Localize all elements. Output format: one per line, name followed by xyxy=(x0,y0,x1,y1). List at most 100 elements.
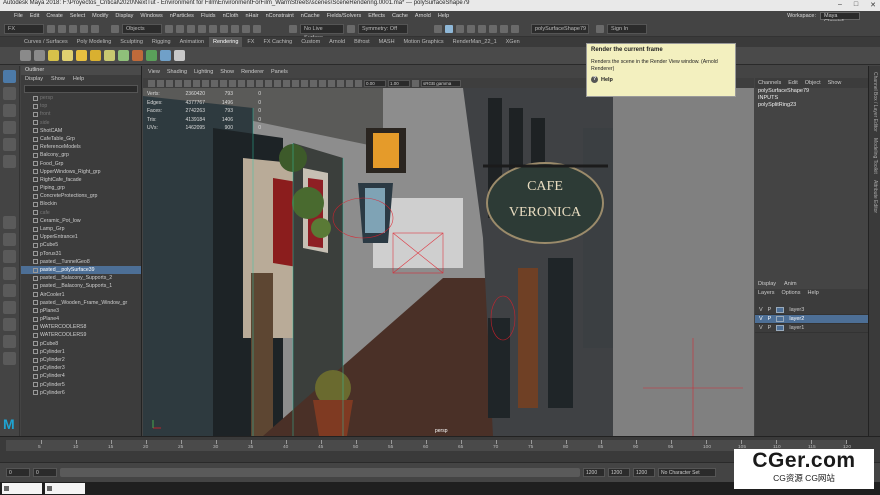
layer-playback-toggle[interactable]: P xyxy=(768,325,772,331)
menu-item-ncloth[interactable]: nCloth xyxy=(223,13,239,19)
live-surface-field[interactable]: No Live Surface xyxy=(300,23,344,41)
outliner-item[interactable]: WATERCOOLERS8 xyxy=(21,323,141,331)
single-view-icon[interactable] xyxy=(3,216,16,229)
textured-icon[interactable] xyxy=(274,79,281,87)
channelbox-tab-show[interactable]: Show xyxy=(828,78,842,88)
menu-item-ncache[interactable]: nCache xyxy=(301,13,320,19)
wireframe-icon[interactable] xyxy=(247,79,254,87)
outliner-item[interactable]: ReferenceModels xyxy=(21,143,141,151)
close-icon[interactable]: ✕ xyxy=(870,1,876,9)
open-scene-icon[interactable] xyxy=(58,24,66,33)
side-tab-0[interactable]: Channel Box / Layer Editor xyxy=(872,72,878,132)
layer-color-swatch[interactable] xyxy=(776,307,785,313)
menu-item-modify[interactable]: Modify xyxy=(92,13,108,19)
snap-grid-icon[interactable] xyxy=(165,24,173,33)
minimize-icon[interactable]: – xyxy=(838,1,842,9)
exposure-field[interactable]: 0.00 xyxy=(364,79,386,87)
custom-layout-3-icon[interactable] xyxy=(3,352,16,365)
volume-light-icon[interactable] xyxy=(118,50,129,61)
directional-light-icon[interactable] xyxy=(62,50,73,61)
layer-playback-toggle[interactable]: P xyxy=(768,316,772,322)
redo-icon[interactable] xyxy=(91,24,99,33)
workspace-select[interactable]: Maya Classic* xyxy=(820,12,860,25)
channelbox-tab-edit[interactable]: Edit xyxy=(788,78,797,88)
construction-history-icon[interactable] xyxy=(253,24,261,33)
outliner-item[interactable]: UpperEntrance1 xyxy=(21,233,141,241)
ipr-render-icon[interactable] xyxy=(456,24,464,33)
output-icon[interactable] xyxy=(242,24,250,33)
shelf-tab-xgen[interactable]: XGen xyxy=(502,37,524,47)
outliner-item[interactable]: WATERCOOLERS9 xyxy=(21,331,141,339)
menu-item-file[interactable]: File xyxy=(14,13,23,19)
menu-item-windows[interactable]: Windows xyxy=(140,13,162,19)
shelf-tab-curves-surfaces[interactable]: Curves / Surfaces xyxy=(20,37,72,47)
menu-item-nhair[interactable]: nHair xyxy=(245,13,258,19)
symmetry-icon[interactable] xyxy=(347,24,355,33)
pause-viewport-icon[interactable] xyxy=(511,24,519,33)
outliner-item[interactable]: pCylinder2 xyxy=(21,356,141,364)
point-light-icon[interactable] xyxy=(76,50,87,61)
outliner-item[interactable]: AirCooler1 xyxy=(21,291,141,299)
side-tab-2[interactable]: Attribute Editor xyxy=(872,180,878,213)
isolate-select-icon[interactable] xyxy=(328,79,335,87)
xray-joints-icon[interactable] xyxy=(346,79,353,87)
viewport-menu-lighting[interactable]: Lighting xyxy=(194,69,213,75)
outliner-item[interactable]: Balcony_grp xyxy=(21,151,141,159)
channelbox-line[interactable]: polySurfaceShape79 xyxy=(755,88,868,95)
outliner-item[interactable]: pCylinder5 xyxy=(21,381,141,389)
range-slider[interactable] xyxy=(60,468,580,477)
outliner-item[interactable]: pPlane3 xyxy=(21,307,141,315)
outliner-item[interactable]: side xyxy=(21,119,141,127)
viewport-menu-renderer[interactable]: Renderer xyxy=(241,69,264,75)
wireframe-on-shaded-icon[interactable] xyxy=(265,79,272,87)
rename-field[interactable]: polySurfaceShape79 xyxy=(531,23,589,34)
shelf-tab-mash[interactable]: MASH xyxy=(375,37,399,47)
playback-end-field[interactable]: 1200 xyxy=(583,468,605,477)
field-chart-icon[interactable] xyxy=(220,79,227,87)
outliner-item[interactable]: UpperWindows_Right_grp xyxy=(21,168,141,176)
outliner-item[interactable]: pCylinder1 xyxy=(21,348,141,356)
outliner-item[interactable]: pasted__Wooden_Frame_Window_gr xyxy=(21,299,141,307)
menu-set-select[interactable]: FX xyxy=(4,23,44,34)
outliner-item[interactable]: pCylinder6 xyxy=(21,389,141,397)
outliner-item[interactable]: top xyxy=(21,102,141,110)
snap-point-icon[interactable] xyxy=(187,24,195,33)
render-view-icon[interactable] xyxy=(146,50,157,61)
layer-menu-help[interactable]: Help xyxy=(807,289,818,298)
layer-playback-toggle[interactable]: P xyxy=(768,307,772,313)
viewport-menu-view[interactable]: View xyxy=(148,69,160,75)
camera-attributes-icon[interactable] xyxy=(157,79,164,87)
menu-item-display[interactable]: Display xyxy=(115,13,133,19)
layer-visibility-toggle[interactable]: V xyxy=(759,307,763,313)
render-settings-icon[interactable] xyxy=(174,50,185,61)
outliner-item[interactable]: Blockin xyxy=(21,200,141,208)
outliner-item[interactable]: CafeTable_Grp xyxy=(21,135,141,143)
sign-in-button[interactable]: Sign In xyxy=(607,23,647,34)
snap-curve-icon[interactable] xyxy=(176,24,184,33)
animation-end-field[interactable]: 1200 xyxy=(608,468,630,477)
outliner-item[interactable]: Lamp_Grp xyxy=(21,225,141,233)
film-gate-icon[interactable] xyxy=(193,79,200,87)
safe-action-icon[interactable] xyxy=(229,79,236,87)
bookmark-icon[interactable] xyxy=(166,79,173,87)
shelf-tab-fx[interactable]: FX xyxy=(243,37,258,47)
menu-item-arnold[interactable]: Arnold xyxy=(415,13,431,19)
shelf-tab-renderman-22-1[interactable]: RenderMan_22_1 xyxy=(449,37,501,47)
shelf-tab-custom[interactable]: Custom xyxy=(297,37,324,47)
safe-title-icon[interactable] xyxy=(238,79,245,87)
start-time-field[interactable]: 0 xyxy=(6,468,30,477)
render-current-frame-icon[interactable] xyxy=(445,24,453,33)
end-time-field[interactable]: 1200 xyxy=(633,468,655,477)
outliner-item[interactable]: pasted__TunnelGeo8 xyxy=(21,258,141,266)
sign-in-icon[interactable] xyxy=(596,24,604,33)
render-setup-icon[interactable] xyxy=(489,24,497,33)
spot-light-icon[interactable] xyxy=(90,50,101,61)
layer-row[interactable]: V Player1 xyxy=(755,324,868,333)
menu-item-nparticles[interactable]: nParticles xyxy=(170,13,194,19)
menu-item-help[interactable]: Help xyxy=(438,13,449,19)
live-surface-icon[interactable] xyxy=(289,24,297,33)
smooth-shade-icon[interactable] xyxy=(256,79,263,87)
xray-components-icon[interactable] xyxy=(355,79,362,87)
menu-item-cache[interactable]: Cache xyxy=(392,13,408,19)
outliner-item[interactable]: pCylinder3 xyxy=(21,364,141,372)
